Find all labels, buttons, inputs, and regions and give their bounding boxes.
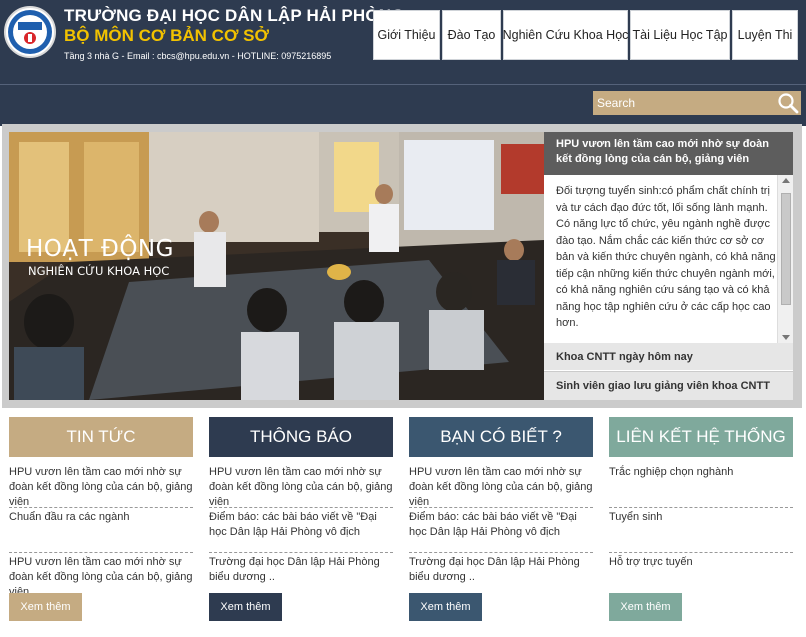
see-more-button[interactable]: Xem thêm [9,593,82,621]
headline-excerpt: Đối tượng tuyển sinh:có phẩm chất chính … [556,185,776,329]
search-icon[interactable] [777,92,799,114]
column-link[interactable]: Hỗ trợ trực tuyến [609,553,793,598]
active-headline[interactable]: HPU vươn lên tầm cao mới nhờ sự đoàn kết… [544,132,793,175]
column-tin-tuc: TIN TỨC HPU vươn lên tầm cao mới nhờ sự … [9,417,193,598]
see-more-button[interactable]: Xem thêm [209,593,282,621]
slider-headline-item[interactable]: Khoa CNTT ngày hôm nay [544,343,793,371]
scroll-up-icon[interactable] [782,178,790,183]
nav-item-dao-tao[interactable]: Đào Tạo [442,10,501,60]
column-title[interactable]: LIÊN KẾT HỆ THỐNG [609,417,793,457]
photo-subtitle: NGHIÊN CỨU KHOA HỌC [28,264,170,278]
column-title[interactable]: BẠN CÓ BIẾT ? [409,417,593,457]
search-input[interactable] [593,91,773,115]
column-ban-co-biet: BẠN CÓ BIẾT ? HPU vươn lên tầm cao mới n… [409,417,593,598]
headline-excerpt-panel: Đối tượng tuyển sinh:có phẩm chất chính … [544,175,793,343]
nav-item-nghien-cuu[interactable]: Nghiên Cứu Khoa Học [503,10,628,60]
scroll-down-icon[interactable] [782,335,790,340]
column-link[interactable]: HPU vươn lên tầm cao mới nhờ sự đoàn kết… [9,463,193,508]
department-name: BỘ MÔN CƠ BẢN CƠ SỞ [64,26,270,45]
column-link[interactable]: Điểm báo: các bài báo viết về "Đại học D… [409,508,593,553]
nav-item-luyen-thi[interactable]: Luyện Thi [732,10,798,60]
university-seal-icon[interactable] [4,6,56,58]
column-link[interactable]: HPU vươn lên tầm cao mới nhờ sự đoàn kết… [209,463,393,508]
column-title[interactable]: THÔNG BÁO [209,417,393,457]
column-link[interactable]: Trường đại học Dân lập Hải Phòng biểu dư… [209,553,393,598]
see-more-button[interactable]: Xem thêm [409,593,482,621]
divider [0,84,806,85]
scroll-thumb[interactable] [781,193,791,305]
column-link[interactable]: Chuẩn đầu ra các ngành [9,508,193,553]
column-link[interactable]: Trắc nghiệp chọn nghành [609,463,793,508]
search-box [593,91,801,115]
slider-headline-item[interactable]: Sinh viên giao lưu giảng viên khoa CNTT [544,372,793,400]
see-more-button[interactable]: Xem thêm [609,593,682,621]
column-title[interactable]: TIN TỨC [9,417,193,457]
column-link[interactable]: Trường đại học Dân lập Hải Phòng biểu dư… [409,553,593,598]
column-link[interactable]: HPU vươn lên tầm cao mới nhờ sự đoàn kết… [9,553,193,598]
column-link[interactable]: HPU vươn lên tầm cao mới nhờ sự đoàn kết… [409,463,593,508]
photo-title: HOẠT ĐỘNG [26,236,174,262]
excerpt-scrollbar[interactable] [777,175,793,343]
column-lien-ket: LIÊN KẾT HỆ THỐNG Trắc nghiệp chọn nghàn… [609,417,793,598]
column-link[interactable]: Tuyển sinh [609,508,793,553]
contact-info: Tầng 3 nhà G - Email : cbcs@hpu.edu.vn -… [64,51,332,61]
nav-item-gioi-thieu[interactable]: Giới Thiệu [373,10,440,60]
nav-item-tai-lieu[interactable]: Tài Liệu Học Tập [630,10,730,60]
column-link[interactable]: Điểm báo: các bài báo viết về "Đại học D… [209,508,393,553]
school-name: TRƯỜNG ĐẠI HỌC DÂN LẬP HẢI PHÒNG [64,6,405,25]
column-thong-bao: THÔNG BÁO HPU vươn lên tầm cao mới nhờ s… [209,417,393,598]
